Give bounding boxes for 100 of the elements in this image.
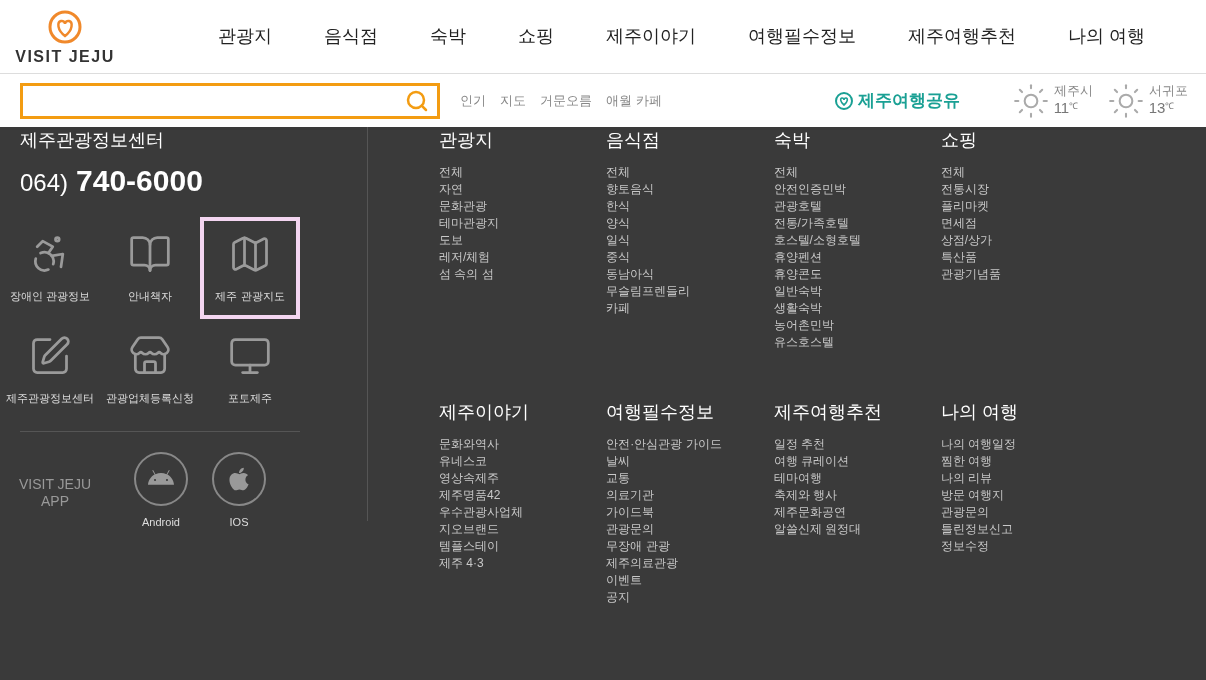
nav-link[interactable]: 제주여행추천: [882, 23, 1042, 50]
menu-link[interactable]: 나의 리뷰: [940, 470, 1108, 487]
menu-link[interactable]: 향토음식: [606, 181, 774, 198]
menu-link[interactable]: 카페: [606, 300, 774, 317]
nav-link[interactable]: 숙박: [404, 23, 492, 50]
menu-link[interactable]: 동남아식: [606, 266, 774, 283]
menu-link[interactable]: 일정 추천: [773, 436, 941, 453]
menu-link[interactable]: 지오브랜드: [439, 521, 607, 538]
menu-link[interactable]: 영상속제주: [439, 470, 607, 487]
menu-heading[interactable]: 제주이야기: [439, 399, 607, 426]
menu-link[interactable]: 도보: [439, 232, 607, 249]
menu-link[interactable]: 찜한 여행: [940, 453, 1108, 470]
quick-link[interactable]: 포토제주: [200, 319, 300, 421]
quick-link[interactable]: 장애인 관광정보: [0, 217, 100, 319]
menu-link[interactable]: 교통: [606, 470, 774, 487]
menu-heading[interactable]: 나의 여행: [940, 399, 1108, 426]
menu-link[interactable]: 의료기관: [606, 487, 774, 504]
menu-link[interactable]: 레저/체험: [439, 249, 607, 266]
menu-link[interactable]: 이벤트: [606, 572, 774, 589]
heart-logo-icon: [47, 8, 83, 45]
menu-link[interactable]: 우수관광사업체: [439, 504, 607, 521]
menu-link[interactable]: 농어촌민박: [773, 317, 941, 334]
menu-heading[interactable]: 음식점: [606, 127, 774, 154]
nav-link[interactable]: 음식점: [298, 23, 404, 50]
menu-link[interactable]: 한식: [606, 198, 774, 215]
menu-link[interactable]: 공지: [606, 589, 774, 606]
menu-link[interactable]: 날씨: [606, 453, 774, 470]
nav-link[interactable]: 나의 여행: [1042, 23, 1171, 50]
menu-link[interactable]: 관광문의: [606, 521, 774, 538]
menu-link[interactable]: 전통시장: [940, 181, 1108, 198]
menu-link[interactable]: 플리마켓: [940, 198, 1108, 215]
menu-link[interactable]: 유스호스텔: [773, 334, 941, 351]
menu-heading[interactable]: 쇼핑: [940, 127, 1108, 154]
menu-link[interactable]: 관광문의: [940, 504, 1108, 521]
menu-link[interactable]: 일반숙박: [773, 283, 941, 300]
menu-link[interactable]: 제주문화공연: [773, 504, 941, 521]
menu-link[interactable]: 섬 속의 섬: [439, 266, 607, 283]
nav-link[interactable]: 관광지: [192, 23, 298, 50]
menu-link[interactable]: 자연: [439, 181, 607, 198]
menu-link[interactable]: 문화관광: [439, 198, 607, 215]
menu-link[interactable]: 안전·안심관광 가이드: [606, 436, 774, 453]
menu-link[interactable]: 제주의료관광: [606, 555, 774, 572]
menu-heading[interactable]: 제주여행추천: [773, 399, 941, 426]
menu-link[interactable]: 관광기념품: [940, 266, 1108, 283]
quick-link[interactable]: 제주 관광지도: [200, 217, 300, 319]
menu-link[interactable]: 호스텔/소형호텔: [773, 232, 941, 249]
nav-link[interactable]: 쇼핑: [492, 23, 580, 50]
nav-link[interactable]: 제주이야기: [580, 23, 722, 50]
menu-link[interactable]: 휴양콘도: [773, 266, 941, 283]
menu-link[interactable]: 전체: [439, 164, 607, 181]
menu-link[interactable]: 특산품: [940, 249, 1108, 266]
menu-link[interactable]: 틀린정보신고: [940, 521, 1108, 538]
weather-temp: 11$^{℃}$: [1053, 99, 1080, 118]
quick-link[interactable]: 안내책자: [100, 217, 200, 319]
menu-heading[interactable]: 여행필수정보: [606, 399, 774, 426]
search-icon[interactable]: [405, 88, 429, 113]
menu-link[interactable]: 전체: [940, 164, 1108, 181]
menu-link[interactable]: 관광호텔: [773, 198, 941, 215]
menu-link[interactable]: 여행 큐레이션: [773, 453, 941, 470]
menu-link[interactable]: 생활숙박: [773, 300, 941, 317]
quick-link[interactable]: 제주관광정보센터: [0, 319, 100, 421]
menu-link[interactable]: 문화와역사: [439, 436, 607, 453]
menu-link[interactable]: 가이드북: [606, 504, 774, 521]
menu-heading[interactable]: 관광지: [439, 127, 607, 154]
menu-link[interactable]: 알쓸신제 원정대: [773, 521, 941, 538]
menu-link[interactable]: 일식: [606, 232, 774, 249]
menu-link[interactable]: 전체: [606, 164, 774, 181]
menu-link[interactable]: 안전인증민박: [773, 181, 941, 198]
menu-link[interactable]: 전통/가족호텔: [773, 215, 941, 232]
menu-link[interactable]: 제주명품42: [439, 487, 607, 504]
search-field[interactable]: [20, 82, 440, 119]
menu-link[interactable]: 상점/상가: [940, 232, 1108, 249]
menu-link[interactable]: 테마여행: [773, 470, 941, 487]
menu-link[interactable]: 휴양펜션: [773, 249, 941, 266]
keyword-link[interactable]: 거문오름: [540, 90, 592, 111]
menu-link[interactable]: 제주 4·3: [439, 555, 607, 572]
phone-number: 740-6000: [76, 163, 203, 199]
menu-link[interactable]: 중식: [606, 249, 774, 266]
logo-text[interactable]: VISIT JEJU: [15, 48, 115, 65]
menu-link[interactable]: 전체: [773, 164, 941, 181]
quick-link[interactable]: 관광업체등록신청: [100, 319, 200, 421]
keyword-link[interactable]: 애월 카페: [606, 90, 662, 111]
menu-heading[interactable]: 숙박: [773, 127, 941, 154]
weather-city: 서귀포: [1148, 83, 1188, 100]
menu-link[interactable]: 테마관광지: [439, 215, 607, 232]
menu-link[interactable]: 양식: [606, 215, 774, 232]
menu-link[interactable]: 방문 여행지: [940, 487, 1108, 504]
menu-link[interactable]: 면세점: [940, 215, 1108, 232]
keyword-link[interactable]: 지도: [500, 90, 526, 111]
menu-link[interactable]: 무장애 관광: [606, 538, 774, 555]
menu-link[interactable]: 정보수정: [940, 538, 1108, 555]
menu-link[interactable]: 무슬림프렌들리: [606, 283, 774, 300]
app-label: VISIT JEJU: [18, 475, 92, 494]
menu-link[interactable]: 나의 여행일정: [940, 436, 1108, 453]
menu-link[interactable]: 축제와 행사: [773, 487, 941, 504]
menu-link[interactable]: 템플스테이: [439, 538, 607, 555]
menu-link[interactable]: 유네스코: [439, 453, 607, 470]
keyword-link[interactable]: 인기: [460, 90, 486, 111]
nav-link[interactable]: 여행필수정보: [722, 23, 882, 50]
sun-icon: [1106, 81, 1145, 120]
